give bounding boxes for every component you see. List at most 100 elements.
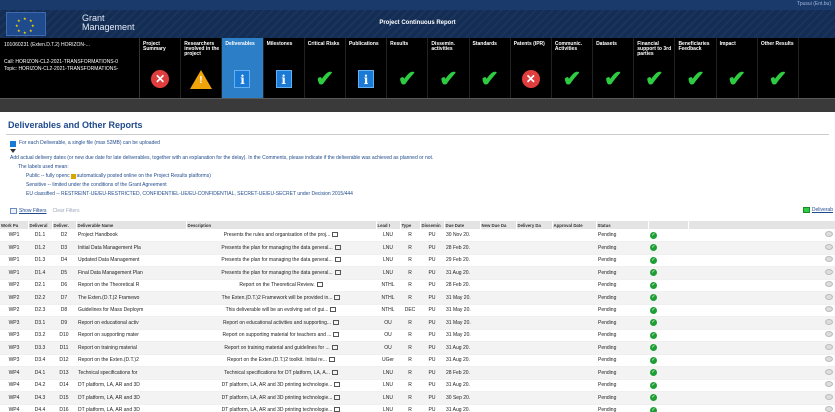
edit-icon[interactable] [333,319,340,325]
edit-icon[interactable] [316,282,323,288]
status-tab-13[interactable]: Beneficiaries Feedback ✔ [675,38,717,98]
ok-icon[interactable]: ✓ [650,281,657,289]
edit-icon[interactable] [331,369,338,375]
edit-icon[interactable] [334,244,341,250]
deliverables-link[interactable]: Deliverab [812,207,833,213]
col-header[interactable]: Deliveral [28,221,53,229]
status-tab-0[interactable]: Project Summary ✕ [140,38,182,98]
ok-icon[interactable]: ✓ [650,394,657,402]
status-tab-14[interactable]: Impact ✔ [716,38,758,98]
comment-icon[interactable] [825,343,833,350]
comment-icon[interactable] [825,281,833,288]
status-tab-1[interactable]: Researchers involved in the project! [181,38,223,98]
edit-icon[interactable] [334,407,341,412]
col-header[interactable] [688,221,835,229]
ok-icon[interactable]: ✓ [650,294,657,302]
cell-type: R [400,366,420,380]
show-filters-link[interactable]: Show Filters [19,208,47,214]
comment-icon[interactable] [825,393,833,400]
top-right-text[interactable]: Tpusui (Ent.bu) [797,1,831,7]
edit-icon[interactable] [334,394,341,400]
edit-icon[interactable] [332,232,339,238]
col-header[interactable]: Due Date [444,221,481,229]
edit-icon[interactable] [334,382,341,388]
comment-icon[interactable] [825,331,833,338]
table-row[interactable]: WP2 D2.2 D7 The Exten.(D.T.)2 Framewo The Ex… [0,291,835,305]
col-header[interactable]: Deliverable Name [76,221,187,229]
ok-icon[interactable]: ✓ [650,381,657,389]
table-row[interactable]: WP3 D3.1 D9 Report on educational activ Repo… [0,316,835,330]
status-tab-7[interactable]: Dissemin. activities ✔ [428,38,470,98]
table-row[interactable]: WP4 D4.4 D16 DT platform, LA, AR and 3D DT p… [0,404,835,412]
comment-icon[interactable] [825,256,833,263]
edit-icon[interactable] [328,357,335,363]
status-tab-5[interactable]: Publications i [345,38,388,98]
edit-icon[interactable] [333,332,340,338]
warning-icon: ! [190,68,213,90]
status-tab-6[interactable]: Results ✔ [387,38,429,98]
table-row[interactable]: WP3 D3.4 D12 Report on the Exten.(D.T.)2 Rep… [0,354,835,367]
table-row[interactable]: WP4 D4.1 D13 Technical specifications for Te… [0,366,835,380]
status-tab-9[interactable]: Patents (IPR) ✕ [510,38,552,98]
col-header[interactable] [648,221,689,229]
table-row[interactable]: WP2 D2.1 D6 Report on the Theoretical R Repo… [0,279,835,292]
status-tab-11[interactable]: Datasets ✔ [593,38,635,98]
status-tab-4[interactable]: Critical Risks ✔ [304,38,346,98]
comment-icon[interactable] [825,293,833,300]
table-row[interactable]: WP3 D3.2 D10 Report on supporting mater Repo… [0,329,835,342]
ok-icon[interactable]: ✓ [650,269,657,277]
col-header[interactable]: Type [400,221,421,229]
cell-d2: D16 [52,404,76,412]
comment-icon[interactable] [825,368,833,375]
status-tab-10[interactable]: Communic. Activities ✔ [551,38,594,98]
col-header[interactable]: Dissemin [420,221,445,229]
table-row[interactable]: WP4 D4.2 D14 DT platform, LA, AR and 3D DT p… [0,379,835,392]
status-tab-12[interactable]: Financial support to 3rd parties ✔ [634,38,676,98]
col-header[interactable]: Delivery Da [516,221,553,229]
edit-icon[interactable] [330,307,337,313]
ok-icon[interactable]: ✓ [650,244,657,252]
edit-icon[interactable] [334,257,341,263]
ok-icon[interactable]: ✓ [650,231,657,239]
comment-icon[interactable] [825,268,833,275]
cell-status: Pending [596,316,648,330]
table-row[interactable]: WP1 D1.3 D4 Updated Data Management Presents… [0,254,835,267]
comment-icon[interactable] [825,318,833,325]
ok-icon[interactable]: ✓ [650,319,657,327]
ok-icon[interactable]: ✓ [650,406,657,412]
edit-icon[interactable] [334,294,341,300]
ok-icon[interactable]: ✓ [650,256,657,264]
ok-icon[interactable]: ✓ [650,306,657,314]
table-row[interactable]: WP3 D3.3 D11 Report on training material Rep… [0,341,835,355]
comment-icon[interactable] [825,406,833,412]
ok-icon[interactable]: ✓ [650,344,657,352]
status-tab-15[interactable]: Other Results ✔ [757,38,799,98]
edit-icon[interactable] [331,344,338,350]
comment-icon[interactable] [825,243,833,250]
ok-icon[interactable]: ✓ [650,356,657,364]
comment-icon[interactable] [825,381,833,388]
comment-icon[interactable] [825,356,833,363]
status-tab-2[interactable]: Deliverables i [222,38,264,98]
col-header[interactable]: Approval Date [552,221,597,229]
ok-icon[interactable]: ✓ [650,369,657,377]
edit-icon[interactable] [334,269,341,275]
clear-filters-link[interactable]: Clear Filters [53,208,80,214]
table-row[interactable]: WP1 D1.2 D3 Initial Data Management Pla Pres… [0,241,835,255]
status-tab-3[interactable]: Milestones i [263,38,305,98]
comment-icon[interactable] [825,231,833,237]
col-header[interactable]: Lead I [376,221,401,229]
table-row[interactable]: WP1 D1.1 D2 Project Handbook Presents the ru… [0,229,835,242]
table-row[interactable]: WP1 D1.4 D5 Final Data Management Plan Prese… [0,266,835,280]
col-header[interactable]: Description [186,221,377,229]
status-tab-8[interactable]: Standards ✔ [469,38,511,98]
table-row[interactable]: WP4 D4.3 D15 DT platform, LA, AR and 3D DT p… [0,391,835,405]
ok-icon[interactable]: ✓ [650,331,657,339]
table-row[interactable]: WP2 D2.3 D8 Guidelines for Mass Deploym This… [0,304,835,317]
col-header[interactable]: Work Pa [0,221,29,229]
expand-arrow-icon[interactable] [10,149,16,153]
comment-icon[interactable] [825,306,833,313]
col-header[interactable]: Status [596,221,649,229]
col-header[interactable]: New Due Da [480,221,517,229]
col-header[interactable]: Deliver. [52,221,77,229]
